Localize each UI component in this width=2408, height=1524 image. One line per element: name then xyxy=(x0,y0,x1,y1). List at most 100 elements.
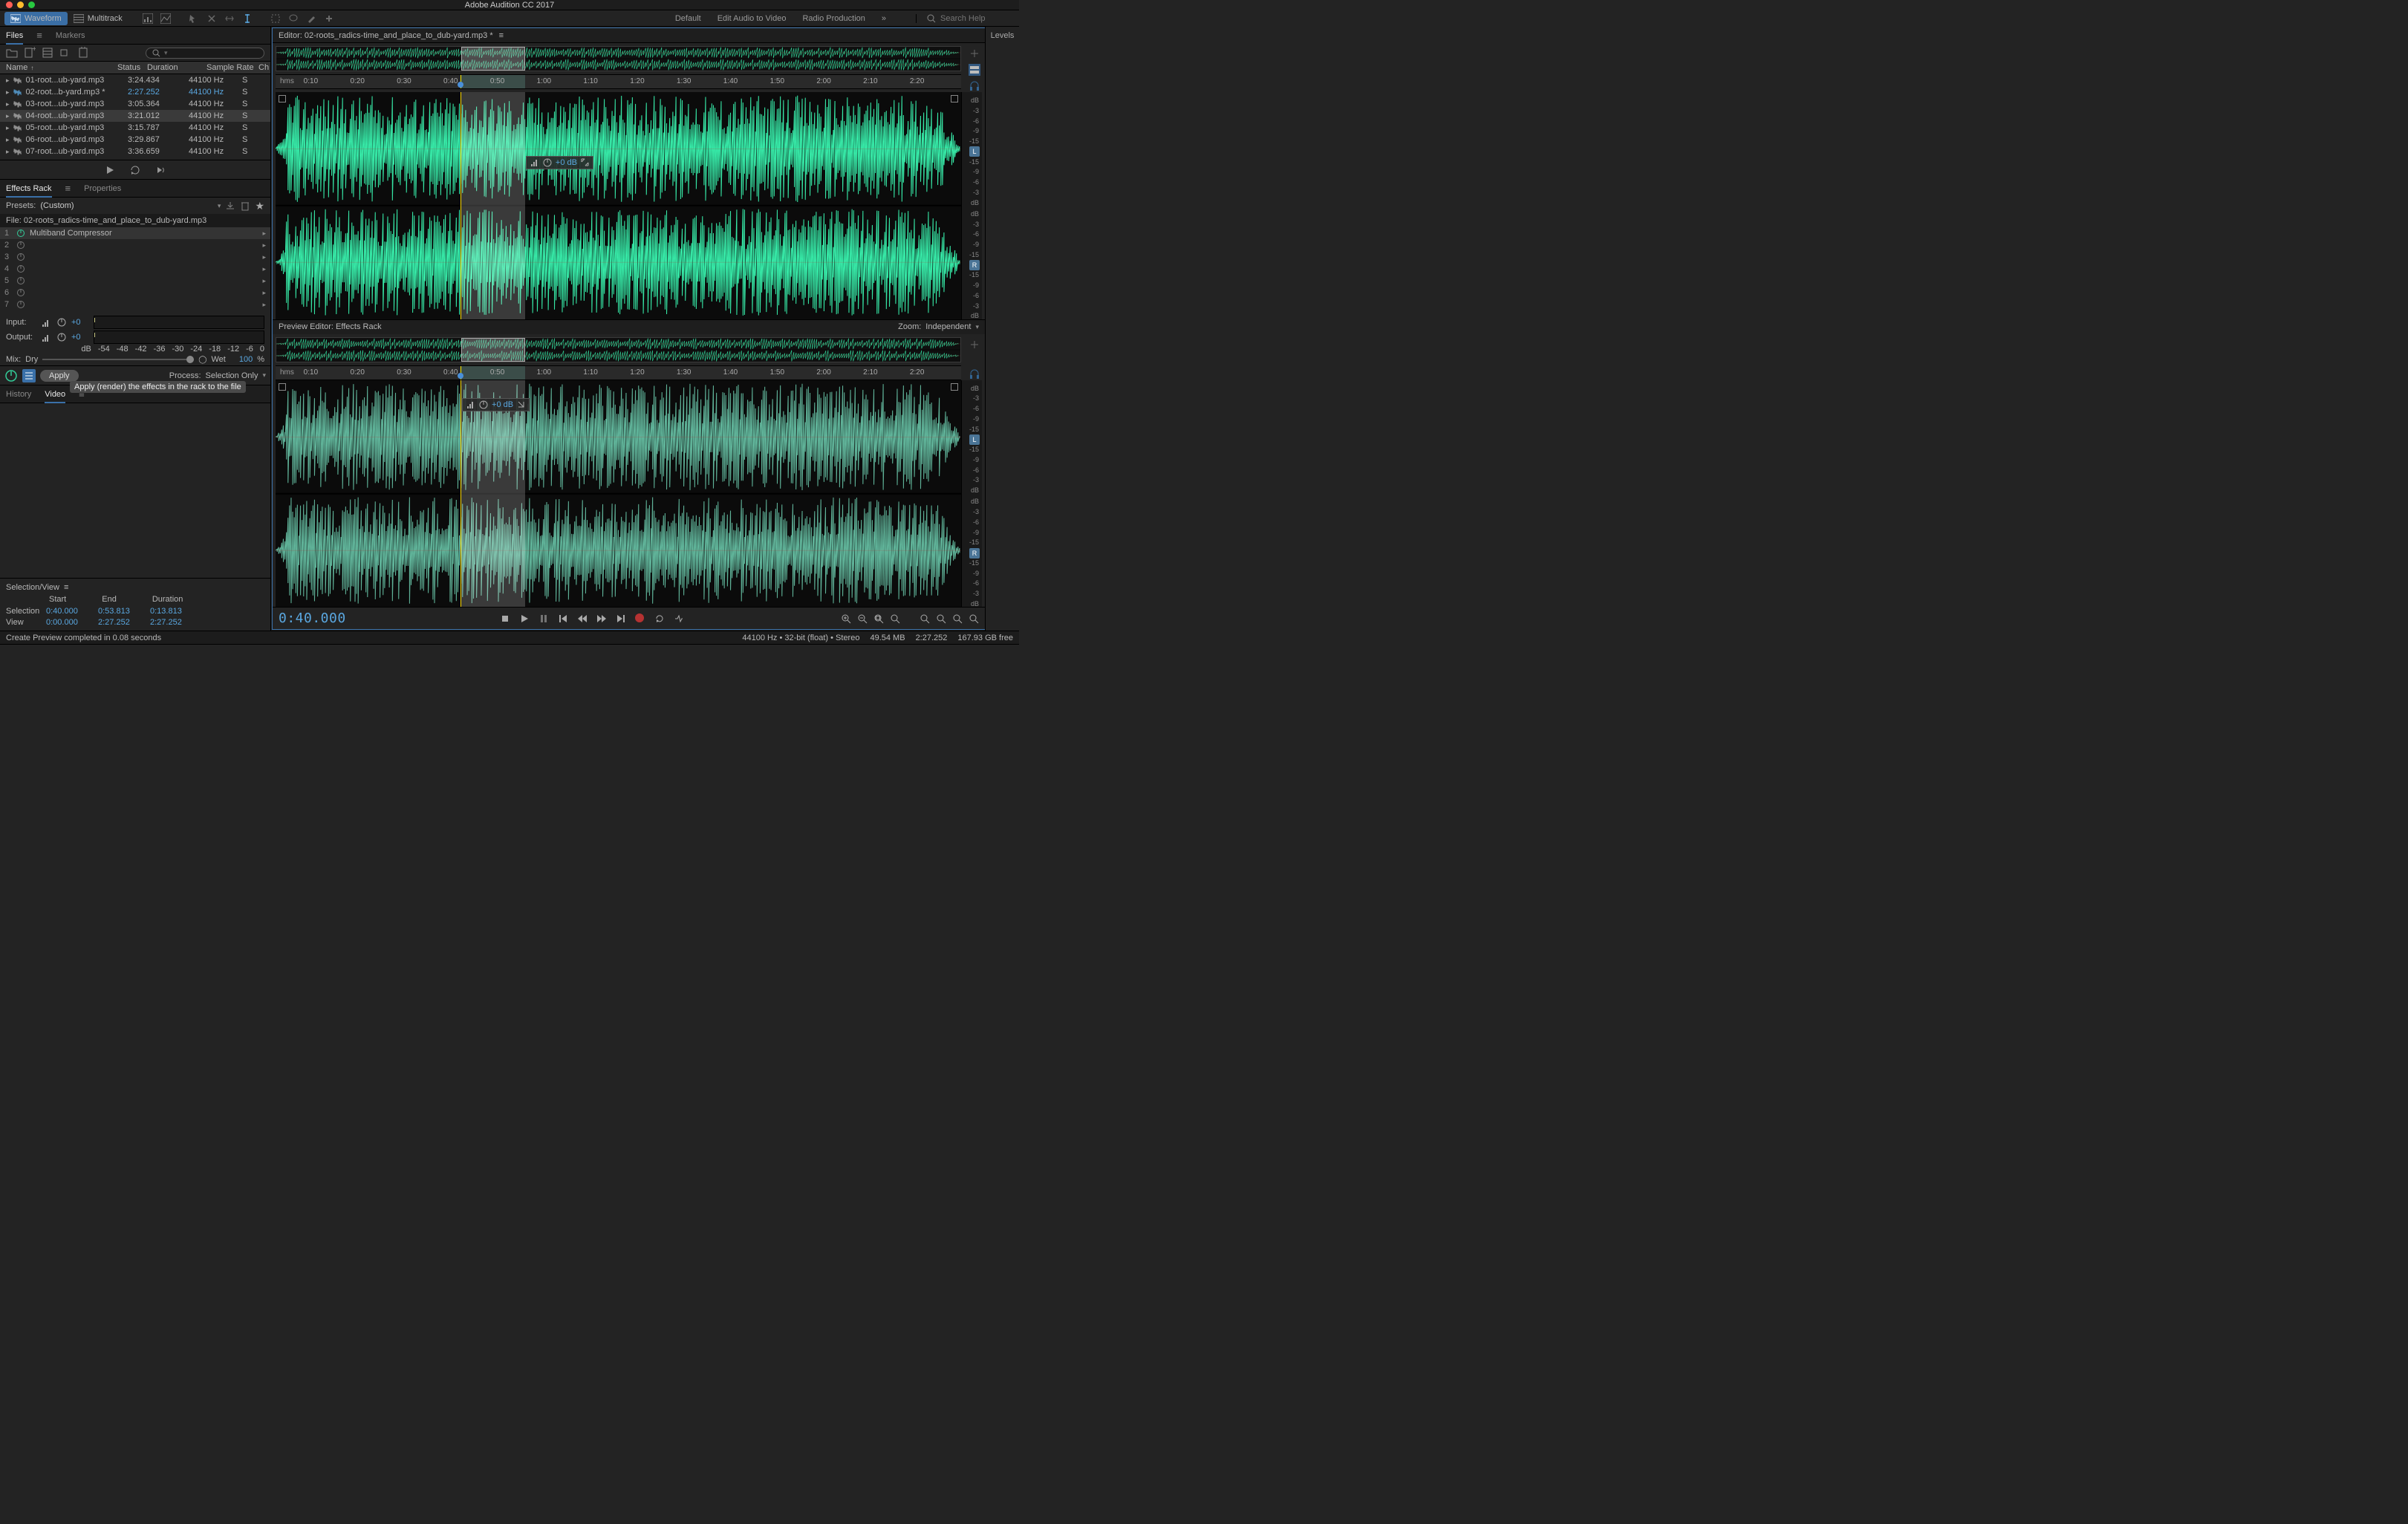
knob-icon[interactable] xyxy=(479,400,488,409)
hud-db-value[interactable]: +0 dB xyxy=(556,158,577,167)
mix-wet-value[interactable]: 100 xyxy=(239,355,253,364)
file-row[interactable]: ▸05-root...ub-yard.mp33:15.78744100 HzS xyxy=(0,122,270,134)
sv-sel-start[interactable]: 0:40.000 xyxy=(46,607,98,616)
zoom-in-time-icon[interactable] xyxy=(952,613,963,624)
pin-overview-icon[interactable] xyxy=(969,339,980,351)
knob-icon[interactable] xyxy=(543,158,552,167)
time-select-tool-icon[interactable] xyxy=(241,12,254,25)
sv-view-duration[interactable]: 2:27.252 xyxy=(150,618,202,627)
play-button[interactable] xyxy=(519,613,530,624)
col-duration[interactable]: Duration xyxy=(147,63,206,72)
lasso-tool-icon[interactable] xyxy=(287,12,300,25)
effect-slot[interactable]: 2▸ xyxy=(0,239,270,251)
pause-button[interactable] xyxy=(538,613,549,624)
input-value[interactable]: +0 xyxy=(71,318,89,327)
sv-sel-duration[interactable]: 0:13.813 xyxy=(150,607,202,616)
tab-files[interactable]: Files xyxy=(6,31,23,40)
effect-slot[interactable]: 5▸ xyxy=(0,275,270,287)
record-button[interactable] xyxy=(635,613,645,624)
zoom-in-amp-icon[interactable] xyxy=(920,613,930,624)
gain-hud[interactable]: +0 dB xyxy=(526,156,593,169)
playhead-marker-icon[interactable] xyxy=(458,373,463,379)
channel-r-button[interactable]: R xyxy=(969,260,980,270)
loop-button[interactable] xyxy=(654,613,665,624)
selection-region[interactable] xyxy=(461,92,525,319)
spectral-pitch-toggle-icon[interactable] xyxy=(159,12,172,25)
go-to-start-button[interactable] xyxy=(558,613,568,624)
workspace-radio-production[interactable]: Radio Production xyxy=(802,14,865,23)
slip-tool-icon[interactable] xyxy=(223,12,236,25)
rack-list-icon[interactable] xyxy=(22,369,36,382)
new-multitrack-icon[interactable] xyxy=(42,47,53,59)
file-row[interactable]: ▸01-root...ub-yard.mp33:24.43444100 HzS xyxy=(0,74,270,86)
preview-waveform[interactable]: +0 dB xyxy=(276,380,961,608)
headphone-icon[interactable] xyxy=(969,368,980,380)
zoom-window-icon[interactable] xyxy=(28,1,35,8)
waveform-mode-button[interactable]: Waveform xyxy=(4,12,68,25)
file-row[interactable]: ▸03-root...ub-yard.mp33:05.36444100 HzS xyxy=(0,98,270,110)
rewind-button[interactable] xyxy=(577,613,588,624)
effects-panel-menu-icon[interactable]: ≡ xyxy=(65,183,71,194)
workspace-default[interactable]: Default xyxy=(675,14,701,23)
fast-forward-button[interactable] xyxy=(596,613,607,624)
selection-region[interactable] xyxy=(461,380,525,608)
effect-slot[interactable]: 4▸ xyxy=(0,263,270,275)
razor-tool-icon[interactable] xyxy=(205,12,218,25)
delete-preset-icon[interactable] xyxy=(240,201,250,211)
autoplay-icon[interactable] xyxy=(155,165,166,175)
editor-panel-menu-icon[interactable]: ≡ xyxy=(499,31,504,40)
tab-video[interactable]: Video xyxy=(45,390,65,399)
tab-effects-rack[interactable]: Effects Rack xyxy=(6,184,52,193)
close-window-icon[interactable] xyxy=(6,1,13,8)
editor-waveform[interactable]: +0 dB xyxy=(276,92,961,319)
col-name[interactable]: Name ↑ xyxy=(6,63,117,72)
tab-history[interactable]: History xyxy=(6,390,31,399)
stop-button[interactable] xyxy=(500,613,510,624)
files-panel-menu-icon[interactable]: ≡ xyxy=(36,30,42,41)
effect-slot[interactable]: 3▸ xyxy=(0,251,270,263)
tab-properties[interactable]: Properties xyxy=(84,184,121,193)
col-sample-rate[interactable]: Sample Rate xyxy=(206,63,258,72)
brush-tool-icon[interactable] xyxy=(305,12,318,25)
zoom-full-icon[interactable] xyxy=(873,613,884,624)
zoom-in-icon[interactable] xyxy=(841,613,851,624)
tab-markers[interactable]: Markers xyxy=(56,31,85,40)
file-row[interactable]: ▸07-root...ub-yard.mp33:36.65944100 HzS xyxy=(0,146,270,157)
editor-overview[interactable] xyxy=(276,46,961,71)
headphone-icon[interactable] xyxy=(969,80,980,92)
hud-db-value[interactable]: +0 dB xyxy=(492,400,513,409)
files-search[interactable]: ▾ xyxy=(146,48,264,59)
file-row[interactable]: ▸04-root...ub-yard.mp33:21.01244100 HzS xyxy=(0,110,270,122)
effect-slot[interactable]: 6▸ xyxy=(0,287,270,299)
file-row[interactable]: ▸06-root...ub-yard.mp33:29.86744100 HzS xyxy=(0,134,270,146)
zoom-out-time-icon[interactable] xyxy=(969,613,979,624)
apply-button[interactable]: Apply xyxy=(40,370,79,382)
output-knob-icon[interactable] xyxy=(56,332,67,342)
pin-overview-icon[interactable] xyxy=(969,48,980,59)
presets-dropdown[interactable]: (Custom) xyxy=(40,201,213,210)
col-channels[interactable]: Ch xyxy=(258,63,269,72)
file-row[interactable]: ▸02-root...b-yard.mp3 *2:27.25244100 HzS xyxy=(0,86,270,98)
col-status[interactable]: Status xyxy=(117,63,147,72)
gain-hud[interactable]: +0 dB xyxy=(462,398,530,411)
toggle-channels-icon[interactable] xyxy=(969,64,980,76)
sv-view-start[interactable]: 0:00.000 xyxy=(46,618,98,627)
zoom-out-amp-icon[interactable] xyxy=(936,613,946,624)
effect-slot[interactable]: 7▸ xyxy=(0,299,270,310)
preview-overview[interactable] xyxy=(276,337,961,362)
spectral-freq-toggle-icon[interactable] xyxy=(141,12,154,25)
overview-selection[interactable] xyxy=(461,338,526,362)
favorite-icon[interactable]: ★ xyxy=(255,200,264,212)
channel-r-button[interactable]: R xyxy=(969,548,980,559)
input-knob-icon[interactable] xyxy=(56,317,67,328)
effect-slot[interactable]: 1Multiband Compressor▸ xyxy=(0,227,270,239)
sv-view-end[interactable]: 2:27.252 xyxy=(98,618,150,627)
help-search-input[interactable] xyxy=(940,14,1015,23)
rack-power-icon[interactable] xyxy=(4,369,18,382)
zoom-out-icon[interactable] xyxy=(857,613,868,624)
playhead-marker-icon[interactable] xyxy=(458,82,463,88)
editor-ruler[interactable]: hms 0:100:200:300:400:501:001:101:201:30… xyxy=(276,74,961,89)
loop-icon[interactable] xyxy=(130,165,140,175)
zoom-selection-icon[interactable] xyxy=(890,613,900,624)
move-tool-icon[interactable] xyxy=(187,12,201,25)
